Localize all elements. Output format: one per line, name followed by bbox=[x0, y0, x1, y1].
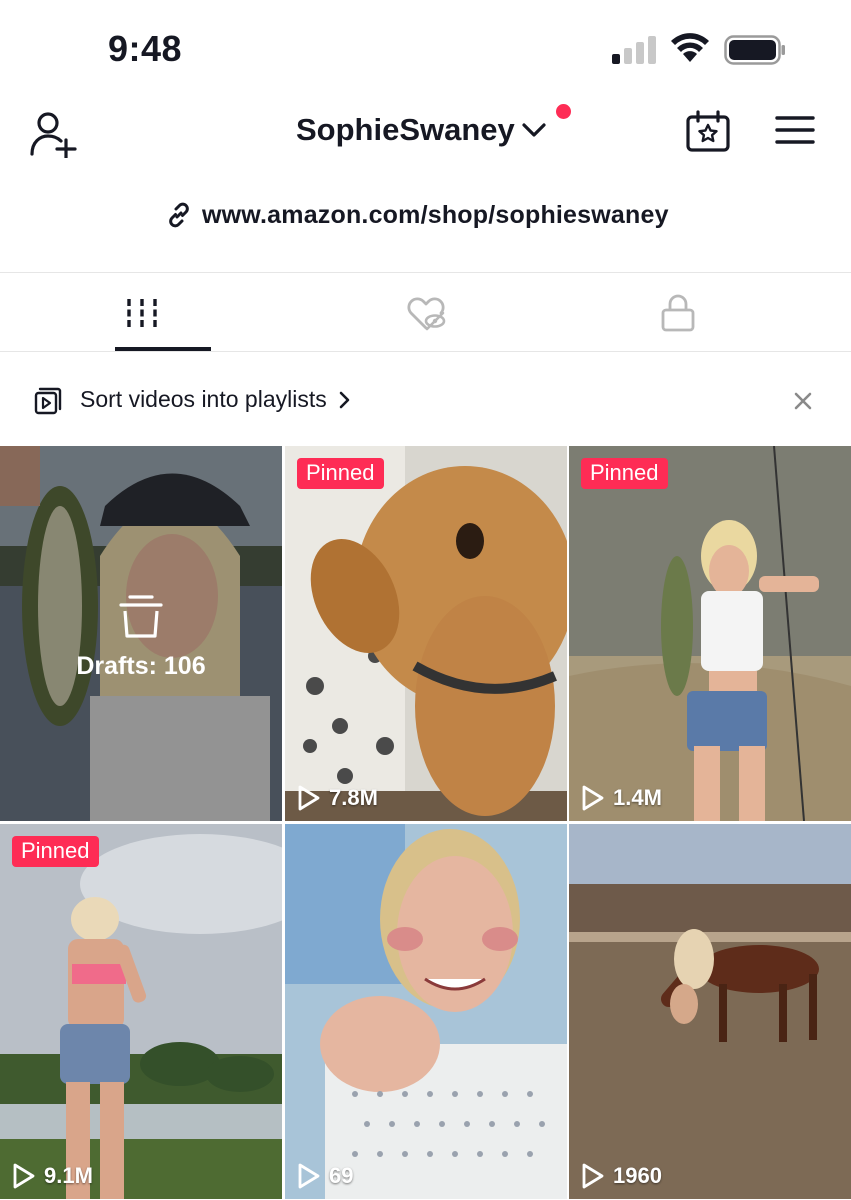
active-tab-indicator bbox=[115, 347, 211, 351]
view-count-value: 7.8M bbox=[329, 785, 378, 810]
video-grid: Drafts: 106 Pinned 7.8M Pinned 1.4M Pinn… bbox=[0, 446, 851, 1200]
view-count: 1960 bbox=[581, 1163, 662, 1189]
pinned-badge: Pinned bbox=[581, 458, 668, 489]
status-bar: 9:48 bbox=[0, 0, 851, 96]
play-icon bbox=[298, 1163, 320, 1189]
cellular-signal-icon bbox=[612, 36, 656, 64]
drafts-tile[interactable]: Drafts: 106 bbox=[0, 446, 282, 821]
video-thumbnail bbox=[0, 824, 282, 1199]
play-icon bbox=[582, 785, 604, 811]
close-icon[interactable] bbox=[792, 390, 814, 412]
video-thumbnail bbox=[569, 446, 851, 821]
view-count: 7.8M bbox=[297, 785, 378, 811]
tab-videos[interactable] bbox=[20, 273, 303, 353]
battery-icon bbox=[724, 35, 785, 65]
tab-private[interactable] bbox=[546, 273, 829, 353]
bio-link-text: www.amazon.com/shop/sophieswaney bbox=[202, 200, 669, 229]
playlist-banner[interactable]: Sort videos into playlists bbox=[0, 352, 851, 446]
view-count: 69 bbox=[297, 1163, 353, 1189]
video-tile[interactable]: Pinned 1.4M bbox=[569, 446, 851, 821]
status-time: 9:48 bbox=[108, 28, 183, 69]
view-count-value: 1.4M bbox=[613, 785, 662, 810]
bio-link[interactable]: www.amazon.com/shop/sophieswaney bbox=[166, 198, 669, 232]
video-thumbnail bbox=[569, 824, 851, 1199]
videos-grid-icon bbox=[126, 299, 157, 327]
view-count: 1.4M bbox=[581, 785, 662, 811]
video-thumbnail bbox=[285, 446, 567, 821]
video-tile[interactable]: Pinned 7.8M bbox=[285, 446, 567, 821]
view-count-value: 9.1M bbox=[44, 1163, 93, 1188]
view-count-value: 69 bbox=[329, 1163, 354, 1188]
play-icon bbox=[298, 785, 320, 811]
playlist-banner-text: Sort videos into playlists bbox=[80, 386, 351, 413]
playlist-banner-label: Sort videos into playlists bbox=[80, 386, 327, 412]
notification-dot bbox=[556, 104, 571, 119]
video-thumbnail bbox=[285, 824, 567, 1199]
calendar-star-icon[interactable] bbox=[686, 110, 730, 152]
username: SophieSwaney bbox=[296, 112, 515, 147]
profile-header: SophieSwaney bbox=[0, 96, 851, 176]
wifi-icon bbox=[671, 33, 709, 62]
video-tile[interactable]: Pinned 9.1M bbox=[0, 824, 282, 1199]
play-icon bbox=[13, 1163, 35, 1189]
lock-icon bbox=[661, 294, 694, 332]
hamburger-menu-icon[interactable] bbox=[775, 114, 815, 146]
drafts-count: Drafts: 106 bbox=[76, 652, 206, 680]
playlist-icon bbox=[34, 387, 62, 415]
chevron-down-icon bbox=[522, 123, 546, 137]
add-user-icon[interactable] bbox=[28, 110, 80, 158]
view-count-value: 1960 bbox=[613, 1163, 662, 1188]
pinned-badge: Pinned bbox=[12, 836, 99, 867]
liked-hidden-icon bbox=[406, 297, 445, 331]
view-count: 9.1M bbox=[12, 1163, 93, 1189]
chevron-right-icon bbox=[339, 391, 350, 408]
play-icon bbox=[582, 1163, 604, 1189]
video-tile[interactable]: 1960 bbox=[569, 824, 851, 1199]
pinned-badge: Pinned bbox=[297, 458, 384, 489]
account-switcher[interactable]: SophieSwaney bbox=[296, 110, 547, 150]
profile-tabs bbox=[0, 272, 851, 352]
video-tile[interactable]: 69 bbox=[285, 824, 567, 1199]
link-icon bbox=[169, 202, 189, 228]
trash-icon bbox=[119, 595, 163, 638]
tab-liked[interactable] bbox=[284, 273, 567, 353]
